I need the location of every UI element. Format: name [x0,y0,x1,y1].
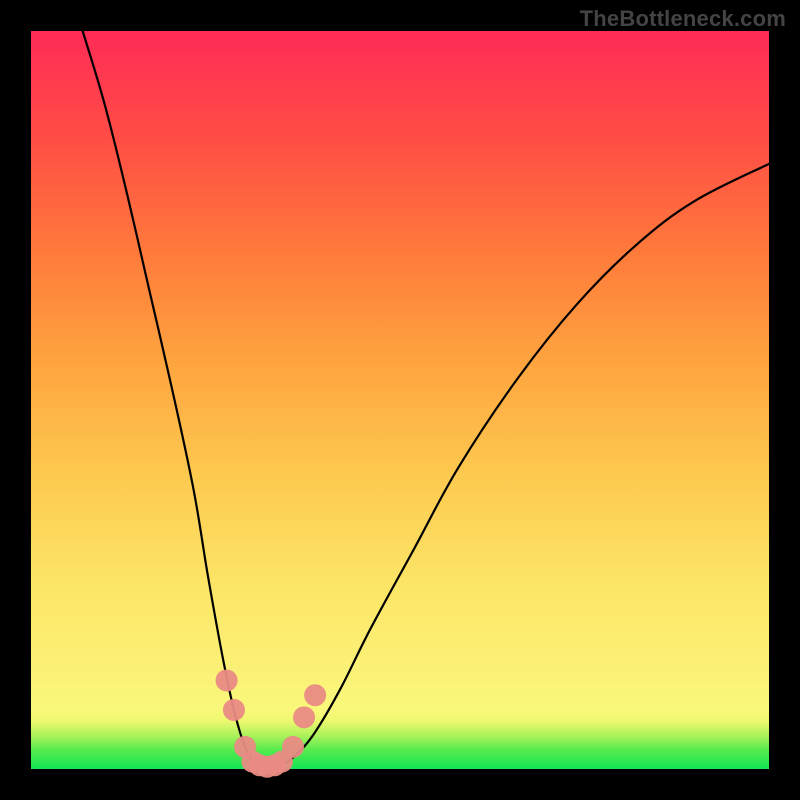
plot-area [31,31,769,769]
curve-markers [216,669,327,777]
curve-marker [223,699,245,721]
curve-marker [293,706,315,728]
curve-marker [304,684,326,706]
bottleneck-curve [83,31,769,769]
curve-overlay [31,31,769,769]
curve-marker [282,736,304,758]
curve-marker [216,669,238,691]
chart-frame: TheBottleneck.com [0,0,800,800]
watermark-text: TheBottleneck.com [580,6,786,32]
